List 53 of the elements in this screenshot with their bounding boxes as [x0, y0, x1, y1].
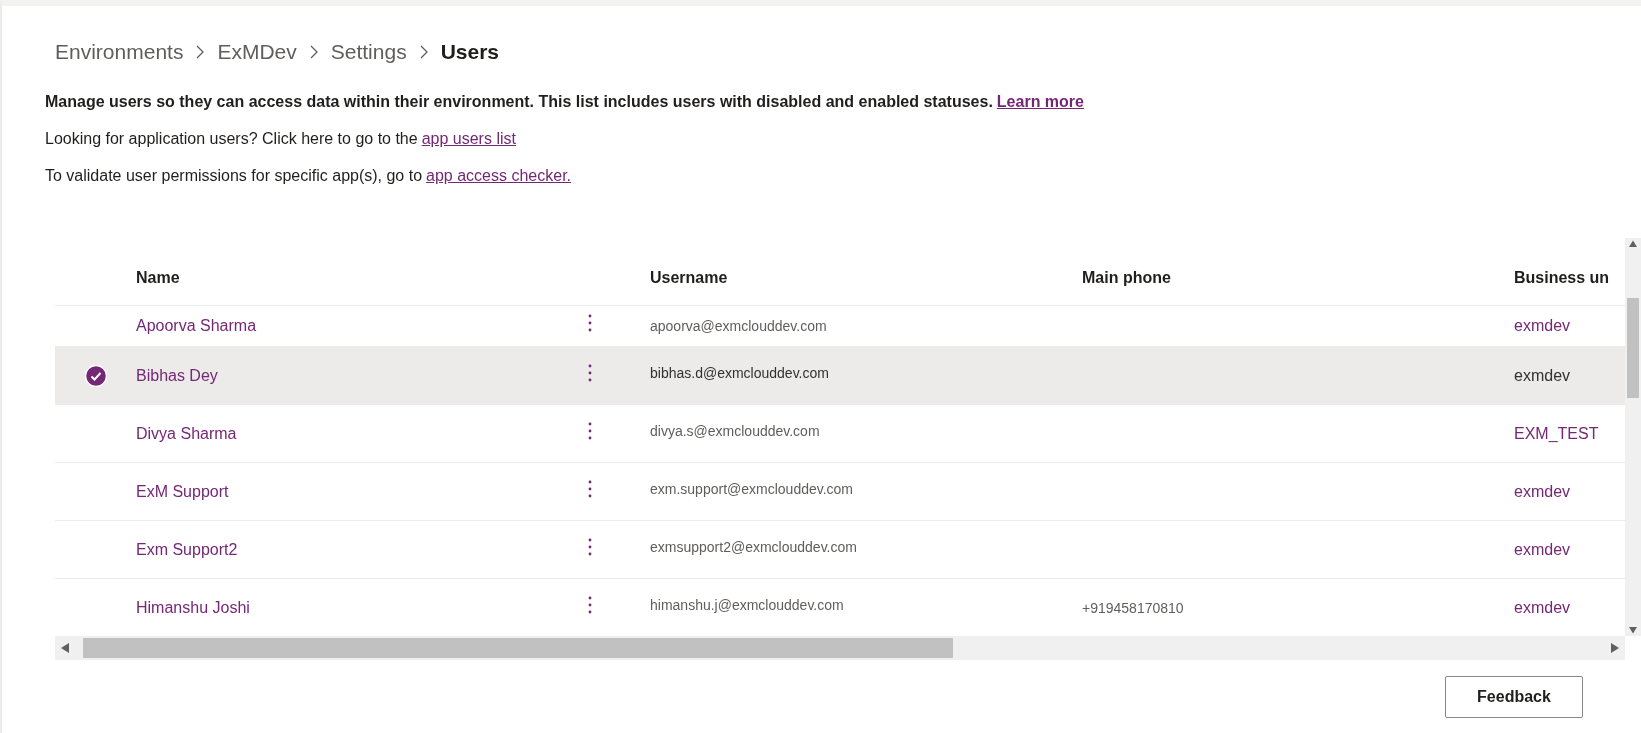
table-cell-text: apoorva@exmclouddev.com	[650, 318, 828, 334]
business-unit-link[interactable]: EXM_TEST	[1514, 424, 1599, 443]
vertical-scrollbar[interactable]	[1625, 238, 1641, 636]
table-row[interactable]: Bibhas Dey bibhas.d@exmclouddev.com exmdev	[55, 347, 1625, 405]
info-link[interactable]: app access checker.	[426, 167, 572, 184]
info-link[interactable]: app users list	[421, 130, 516, 147]
chevron-icon	[418, 45, 429, 59]
more-options-icon[interactable]	[588, 363, 592, 382]
more-options-icon[interactable]	[588, 595, 592, 614]
user-name-link[interactable]: Divya Sharma	[136, 424, 237, 443]
user-name-link[interactable]: Himanshu Joshi	[136, 598, 250, 617]
breadcrumb-item[interactable]: Users	[440, 40, 500, 64]
info-text: To validate user permissions for specific app(s), go to app access checker.	[45, 166, 573, 186]
feedback-button[interactable]: Feedback	[1445, 676, 1583, 718]
business-unit-link[interactable]: exmdev	[1514, 540, 1571, 559]
table-cell: +919458170810	[1082, 599, 1184, 616]
user-name-link[interactable]: ExM Support	[136, 482, 229, 501]
more-options-icon[interactable]	[588, 479, 592, 498]
info-text: Looking for application users? Click here to go to the app users list	[45, 129, 517, 149]
column-header[interactable]: Main phone	[1082, 269, 1514, 287]
more-options-icon[interactable]	[588, 421, 592, 440]
user-name-link[interactable]: Exm Support2	[136, 540, 238, 559]
column-header[interactable]: Name	[136, 269, 570, 287]
business-unit-link[interactable]: exmdev	[1514, 482, 1571, 501]
chevron-icon	[308, 45, 319, 59]
chevron-icon	[195, 45, 206, 59]
breadcrumb-item[interactable]: Environments	[55, 40, 184, 64]
scroll-up-icon[interactable]	[1629, 238, 1637, 248]
user-name-link[interactable]: Bibhas Dey	[136, 366, 218, 385]
more-options-icon[interactable]	[588, 314, 592, 332]
business-unit-link[interactable]: exmdev	[1514, 598, 1571, 617]
breadcrumb-item[interactable]: ExMDev	[217, 40, 297, 64]
business-unit-link[interactable]: exmdev	[1514, 366, 1571, 385]
column-header[interactable]: Business un	[1514, 269, 1625, 287]
more-options-icon[interactable]	[588, 537, 592, 556]
scroll-down-icon[interactable]	[1629, 626, 1637, 636]
horizontal-scrollbar[interactable]	[55, 636, 1625, 660]
table-cell-text: bibhas.d@exmclouddev.com	[650, 364, 830, 381]
scrollbar-thumb[interactable]	[83, 638, 953, 658]
breadcrumb-item[interactable]: Settings	[330, 40, 407, 64]
table-cell-text: exm.support@exmclouddev.com	[650, 480, 855, 497]
table-cell-text: exmsupport2@exmclouddev.com	[650, 538, 858, 555]
business-unit-link[interactable]: exmdev	[1514, 317, 1571, 335]
column-header[interactable]: Username	[650, 269, 1082, 287]
learn-more-link[interactable]: Learn more	[996, 93, 1084, 110]
user-name-link[interactable]: Apoorva Sharma	[136, 317, 257, 335]
scroll-right-icon[interactable]	[1611, 643, 1619, 653]
table-cell-text: himanshu.j@exmclouddev.com	[650, 596, 845, 613]
intro-text: Manage users so they can access data within their environment. This list includes users with disabled and enabled statuses. Learn more	[45, 92, 1085, 112]
scroll-left-icon[interactable]	[61, 643, 69, 653]
check-icon[interactable]	[84, 364, 107, 387]
table-cell-text: divya.s@exmclouddev.com	[650, 422, 821, 439]
scrollbar-thumb[interactable]	[1627, 298, 1639, 398]
